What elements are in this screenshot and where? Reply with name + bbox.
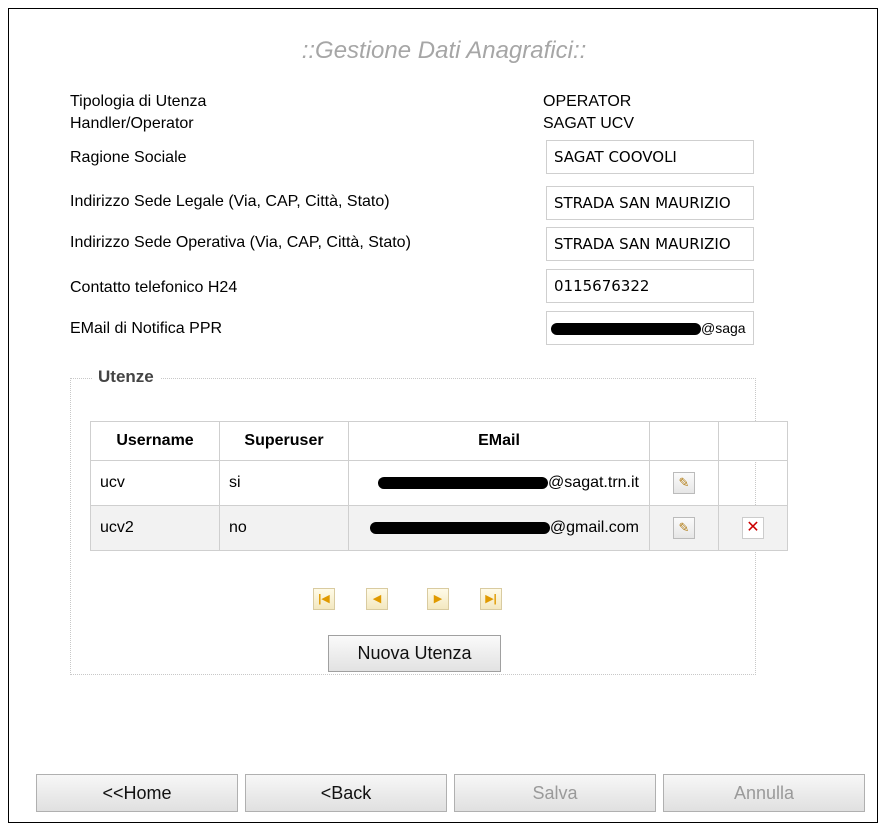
email-suffix: @sagat.trn.it xyxy=(548,474,639,491)
email-cell: @gmail.com xyxy=(348,505,650,551)
username-cell: ucv xyxy=(90,460,220,506)
email-suffix: @gmail.com xyxy=(549,519,639,536)
email-cell: @sagat.trn.it xyxy=(348,460,650,506)
tipologia-value: OPERATOR xyxy=(543,93,632,110)
superuser-cell: si xyxy=(219,460,349,506)
column-header-superuser: Superuser xyxy=(219,421,349,461)
telefono-input[interactable] xyxy=(546,269,754,303)
telefono-label: Contatto telefonico H24 xyxy=(70,279,238,296)
table-row: ucv si @sagat.trn.it ✎ xyxy=(90,460,788,506)
column-header-edit xyxy=(649,421,719,461)
edit-icon[interactable]: ✎ xyxy=(673,472,695,494)
edit-icon[interactable]: ✎ xyxy=(673,517,695,539)
home-button[interactable]: <<Home xyxy=(36,774,238,812)
tipologia-label: Tipologia di Utenza xyxy=(70,93,207,110)
handler-value: SAGAT UCV xyxy=(543,115,634,132)
column-header-username: Username xyxy=(90,421,220,461)
sede-operativa-label: Indirizzo Sede Operativa (Via, CAP, Citt… xyxy=(70,234,411,251)
redaction-bar xyxy=(378,476,549,489)
superuser-cell: no xyxy=(219,505,349,551)
column-header-email: EMail xyxy=(348,421,650,461)
edit-cell: ✎ xyxy=(649,505,719,551)
save-button[interactable]: Salva xyxy=(454,774,656,812)
ragione-sociale-label: Ragione Sociale xyxy=(70,149,187,166)
sede-operativa-input[interactable] xyxy=(546,227,754,261)
redaction-bar xyxy=(369,521,550,534)
table-row: ucv2 no @gmail.com ✎ ✕ xyxy=(90,505,788,551)
utenze-legend: Utenze xyxy=(92,367,160,387)
email-notifica-input[interactable]: @saga xyxy=(546,311,754,345)
nuova-utenza-button[interactable]: Nuova Utenza xyxy=(328,635,501,672)
back-button[interactable]: <Back xyxy=(245,774,447,812)
delete-icon[interactable]: ✕ xyxy=(742,517,764,539)
first-page-icon[interactable]: |◀ xyxy=(313,588,335,610)
last-page-icon[interactable]: ▶| xyxy=(480,588,502,610)
cancel-button[interactable]: Annulla xyxy=(663,774,865,812)
redaction-bar xyxy=(551,323,701,336)
page-title: ::Gestione Dati Anagrafici:: xyxy=(301,37,587,64)
sede-legale-input[interactable] xyxy=(546,186,754,220)
edit-cell: ✎ xyxy=(649,460,719,506)
delete-cell: ✕ xyxy=(718,505,788,551)
email-notifica-suffix: @saga xyxy=(701,320,746,336)
sede-legale-label: Indirizzo Sede Legale (Via, CAP, Città, … xyxy=(70,193,390,210)
delete-cell xyxy=(718,460,788,506)
handler-label: Handler/Operator xyxy=(70,115,194,132)
utenze-table: Username Superuser EMail ucv si @sagat.t… xyxy=(90,421,788,551)
username-cell: ucv2 xyxy=(90,505,220,551)
prev-page-icon[interactable]: ◀ xyxy=(366,588,388,610)
ragione-sociale-input[interactable] xyxy=(546,140,754,174)
next-page-icon[interactable]: ▶ xyxy=(427,588,449,610)
column-header-delete xyxy=(718,421,788,461)
main-frame: ::Gestione Dati Anagrafici:: Tipologia d… xyxy=(8,8,878,823)
table-header-row: Username Superuser EMail xyxy=(90,421,788,461)
email-notifica-label: EMail di Notifica PPR xyxy=(70,320,223,337)
